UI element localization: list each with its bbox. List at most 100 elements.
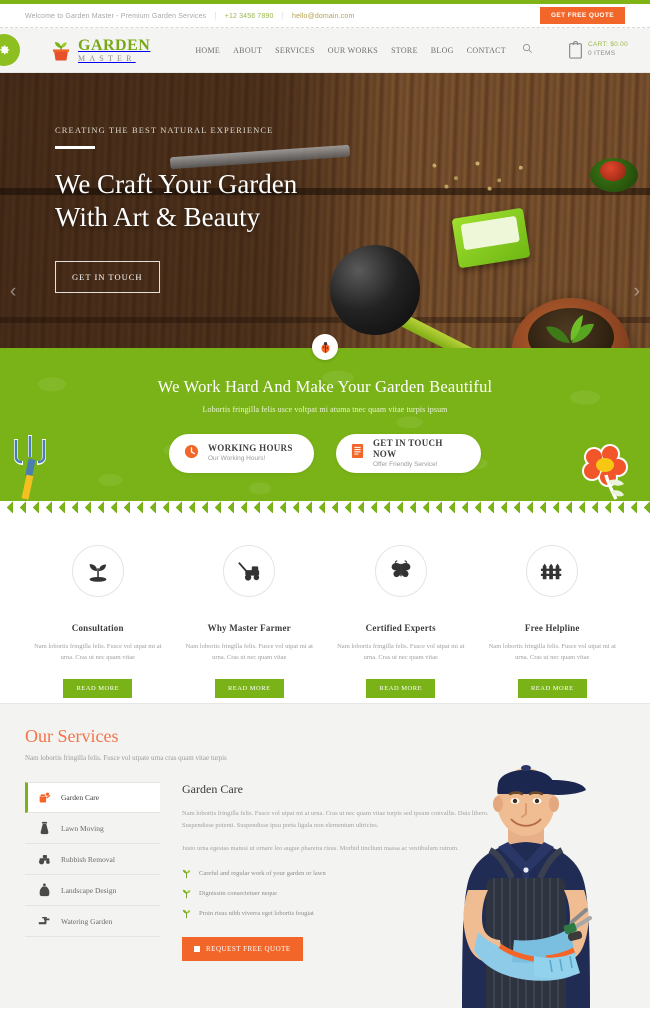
pitchfork-icon [14,435,46,500]
seedling-icon [89,564,107,582]
separator: | [214,11,217,20]
flower-icon [582,444,628,500]
feature-title: Consultation [71,623,124,633]
service-bullet-text: Careful and regular work of your garden … [199,870,326,878]
get-in-touch-now-subtitle: Offer Friendly Service! [373,460,438,468]
site-header: GARDEN MASTER HOME ABOUT SERVICES OUR WO… [0,28,650,73]
request-free-quote-button[interactable]: REQUEST FREE QUOTE [182,937,303,962]
get-in-touch-now-button[interactable]: GET IN TOUCH NOW Offer Friendly Service! [336,434,481,473]
callout-title: We Work Hard And Make Your Garden Beauti… [157,377,493,396]
search-button[interactable] [522,41,533,59]
separator: | [281,11,284,20]
main-navigation: HOME ABOUT SERVICES OUR WORKS STORE BLOG… [195,41,533,59]
get-in-touch-now-title: GET IN TOUCH NOW [373,437,443,460]
feature-card-free-helpline: Free Helpline Nam lobortis fringilla fel… [477,545,629,703]
cart-icon [569,41,582,59]
read-more-button[interactable]: READ MORE [63,678,133,698]
read-more-button[interactable]: READ MORE [366,678,436,698]
tractor-icon [38,853,51,865]
services-tab-list: Garden Care Lawn Moving Rubbish Removal … [25,782,160,961]
email-address[interactable]: hello@domain.com [292,13,354,20]
watering-can-icon [38,792,51,804]
faucet-icon [38,915,51,927]
lawnmower-icon [238,562,260,581]
feature-icon-circle [526,545,579,597]
feature-icon-circle [374,545,427,597]
logo-secondary: MASTER [78,53,136,63]
nav-item-home[interactable]: HOME [195,46,220,55]
sack-icon [38,883,51,897]
hero-title-line-1: We Craft Your Garden [55,169,298,199]
sprout-bullet-icon [182,889,191,899]
service-tab-label: Landscape Design [61,885,117,895]
ladybug-icon [320,341,330,353]
service-tab-label: Watering Garden [61,916,113,926]
service-tab-label: Lawn Moving [61,823,104,833]
callout-buttons: WORKING HOURS Our Working Hours! GET IN … [0,434,650,473]
read-more-button[interactable]: READ MORE [517,678,587,698]
clock-icon [184,444,199,464]
services-section: Our Services Nam lobortis fringilla feli… [0,703,650,1008]
service-tab-label: Rubbish Removal [61,854,115,864]
nav-item-store[interactable]: STORE [391,46,418,55]
slider-prev-arrow[interactable]: ‹ [10,281,16,303]
callout-content: We Work Hard And Make Your Garden Beauti… [0,348,650,473]
read-more-button[interactable]: READ MORE [214,678,284,698]
cart-text: CART: $0.00 0 ITEMS [588,41,628,59]
feature-title: Certified Experts [365,623,436,633]
scroll-down-badge[interactable] [312,334,338,360]
service-tab-lawn-moving[interactable]: Lawn Moving [25,813,160,844]
top-bar: Welcome to Garden Master - Premium Garde… [0,4,650,28]
feature-card-why-master-farmer: Why Master Farmer Nam lobortis fringilla… [174,545,326,703]
service-tab-watering-garden[interactable]: Watering Garden [25,906,160,937]
butterfly-icon [391,560,411,578]
sprayer-icon [38,821,51,835]
hero-divider [55,146,95,149]
service-tab-label: Garden Care [61,793,100,802]
service-tab-landscape-design[interactable]: Landscape Design [25,875,160,906]
hero-slider: CREATING THE BEST NATURAL EXPERIENCE We … [0,73,650,348]
cart-widget[interactable]: CART: $0.00 0 ITEMS [568,41,628,59]
zigzag-divider [0,501,650,513]
callout-band: We Work Hard And Make Your Garden Beauti… [0,348,650,513]
service-tab-garden-care[interactable]: Garden Care [25,782,160,813]
logo-text: GARDEN MASTER [78,36,151,63]
working-hours-title: WORKING HOURS [208,443,293,454]
feature-description: Nam lobortis fringilla felis. Fusce vol … [34,643,162,662]
nav-item-about[interactable]: ABOUT [233,46,262,55]
top-bar-info: Welcome to Garden Master - Premium Garde… [25,11,354,20]
nav-item-services[interactable]: SERVICES [275,46,315,55]
sprout-bullet-icon [182,909,191,919]
sprout-bullet-icon [182,869,191,879]
nav-item-blog[interactable]: BLOG [431,46,454,55]
feature-card-consultation: Consultation Nam lobortis fringilla feli… [22,545,174,703]
nav-item-contact[interactable]: CONTACT [467,46,506,55]
gear-badge[interactable] [0,34,20,66]
feature-icon-circle [71,545,124,597]
working-hours-subtitle: Our Working Hours! [208,455,266,463]
square-bullet-icon [194,946,200,953]
get-in-touch-now-text: GET IN TOUCH NOW Offer Friendly Service! [373,438,466,470]
service-bullet-text: Proin risus nibh viverra eget lobortis f… [199,910,314,918]
feature-description: Nam lobortis fringilla felis. Fusce vol … [337,643,465,662]
get-free-quote-button[interactable]: GET FREE QUOTE [539,7,625,24]
nav-item-our-works[interactable]: OUR WORKS [328,46,378,55]
slider-next-arrow[interactable]: › [634,281,640,303]
welcome-text: Welcome to Garden Master - Premium Garde… [25,13,207,20]
cart-item-count: 0 ITEMS [587,50,616,57]
feature-title: Why Master Farmer [207,623,291,633]
feature-title: Free Helpline [524,623,580,633]
document-icon [351,443,364,464]
service-tab-rubbish-removal[interactable]: Rubbish Removal [25,844,160,875]
working-hours-button[interactable]: WORKING HOURS Our Working Hours! [169,434,314,473]
features-section: Consultation Nam lobortis fringilla feli… [0,513,650,703]
fence-icon [541,563,562,580]
feature-description: Nam lobortis fringilla felis. Fusce vol … [488,643,616,662]
site-logo[interactable]: GARDEN MASTER [50,37,150,63]
get-in-touch-button[interactable]: GET IN TOUCH [55,260,160,293]
feature-icon-circle [223,545,276,597]
search-icon [522,43,532,53]
gear-icon [0,45,10,55]
phone-number[interactable]: +12 3456 7890 [225,13,274,20]
logo-primary: GARDEN [78,36,151,54]
